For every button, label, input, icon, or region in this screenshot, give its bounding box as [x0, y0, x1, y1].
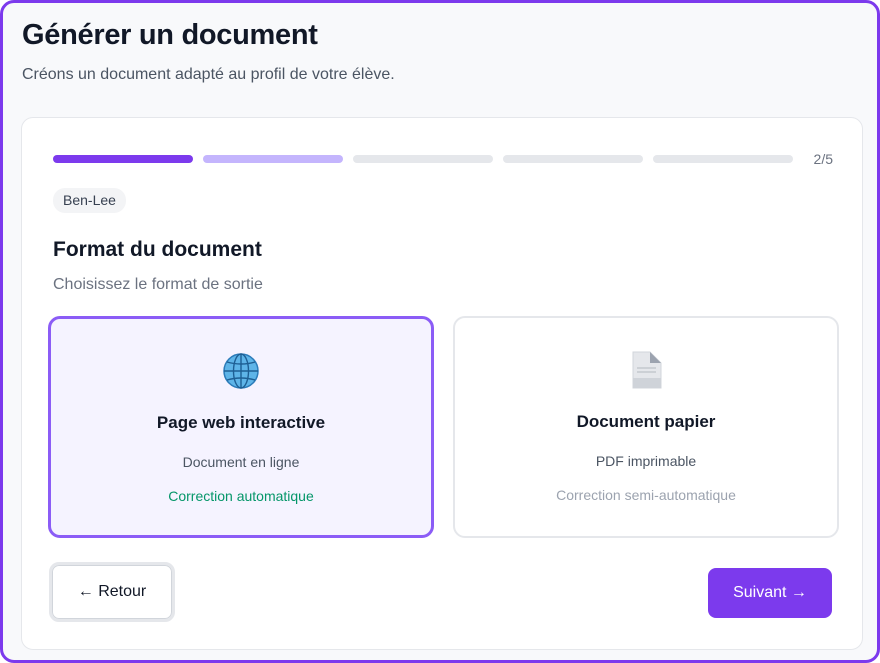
format-option-paper[interactable]: Document papier PDF imprimable Correctio…	[453, 316, 839, 538]
progress-segment-5	[653, 155, 793, 163]
globe-icon	[51, 351, 431, 391]
option-description: Document en ligne	[182, 454, 300, 470]
step-counter: 2/5	[813, 151, 833, 167]
option-correction: Correction semi-automatique	[556, 487, 736, 503]
student-badge: Ben-Lee	[53, 188, 126, 213]
section-subtitle: Choisissez le format de sortie	[53, 276, 263, 293]
progress-segment-1	[53, 155, 193, 163]
section-title: Format du document	[53, 238, 262, 261]
app-frame: Générer un document Créons un document a…	[0, 0, 880, 663]
progress-segment-4	[503, 155, 643, 163]
progress-segment-3	[353, 155, 493, 163]
page-title: Générer un document	[22, 19, 318, 51]
progress-segment-2	[203, 155, 343, 163]
next-button[interactable]: Suivant →	[708, 568, 832, 618]
back-button[interactable]: ← Retour	[49, 562, 175, 622]
option-correction: Correction automatique	[168, 488, 314, 504]
option-description: PDF imprimable	[595, 453, 697, 469]
wizard-card: 2/5 Ben-Lee Format du document Choisisse…	[21, 117, 863, 650]
option-title: Page web interactive	[156, 413, 326, 432]
document-icon	[455, 350, 837, 390]
page-subtitle: Créons un document adapté au profil de v…	[22, 66, 395, 83]
step-progress: 2/5	[53, 151, 833, 174]
format-option-web[interactable]: Page web interactive Document en ligne C…	[48, 316, 434, 538]
option-title: Document papier	[576, 412, 716, 431]
